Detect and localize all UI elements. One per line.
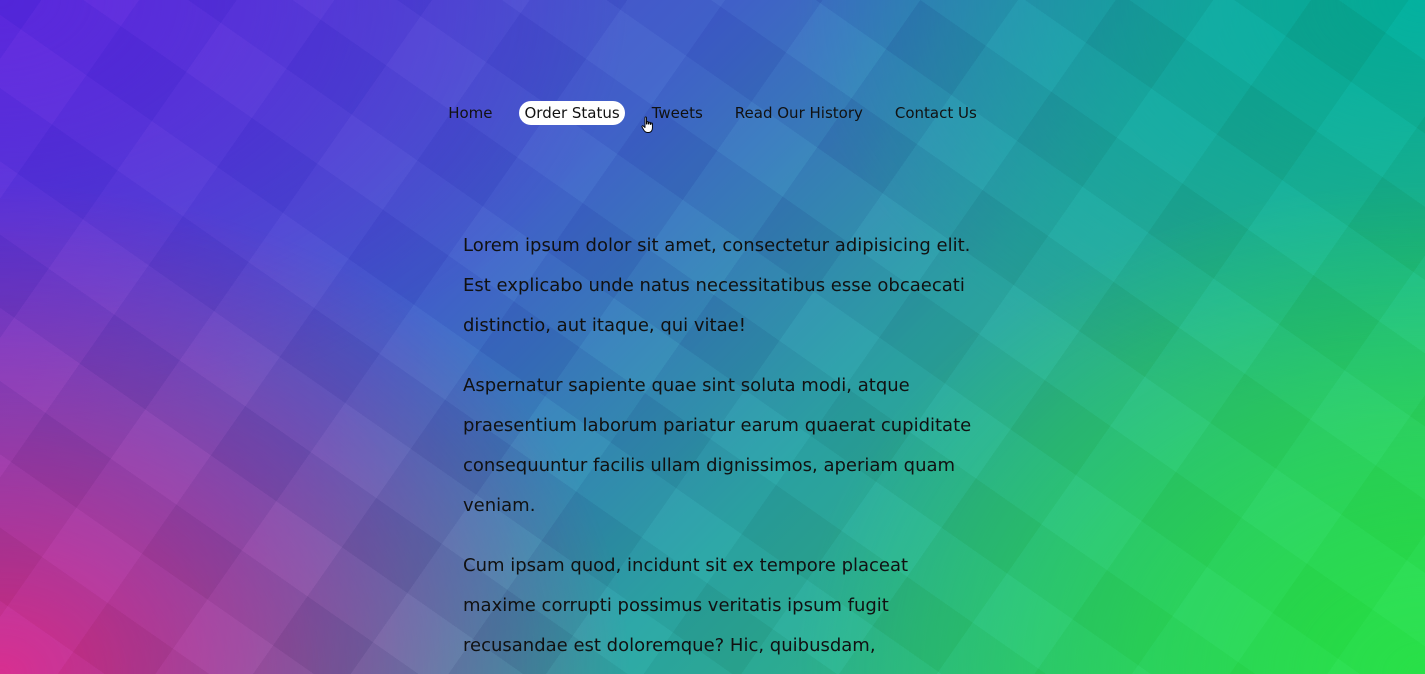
- nav-item-tweets[interactable]: Tweets: [647, 101, 708, 125]
- nav-item-contact-us[interactable]: Contact Us: [890, 101, 982, 125]
- paragraph-1: Lorem ipsum dolor sit amet, consectetur …: [463, 235, 971, 336]
- nav-item-home[interactable]: Home: [443, 101, 497, 125]
- main-content: Lorem ipsum dolor sit amet, consectetur …: [463, 226, 973, 674]
- paragraph-3: Cum ipsam quod, incidunt sit ex tempore …: [463, 555, 909, 656]
- main-nav: Home Order Status Tweets Read Our Histor…: [0, 101, 1425, 125]
- paragraph-2: Aspernatur sapiente quae sint soluta mod…: [463, 375, 972, 516]
- nav-item-read-our-history[interactable]: Read Our History: [730, 101, 868, 125]
- hand-pointer-icon: [641, 116, 653, 133]
- nav-item-order-status[interactable]: Order Status: [519, 101, 625, 125]
